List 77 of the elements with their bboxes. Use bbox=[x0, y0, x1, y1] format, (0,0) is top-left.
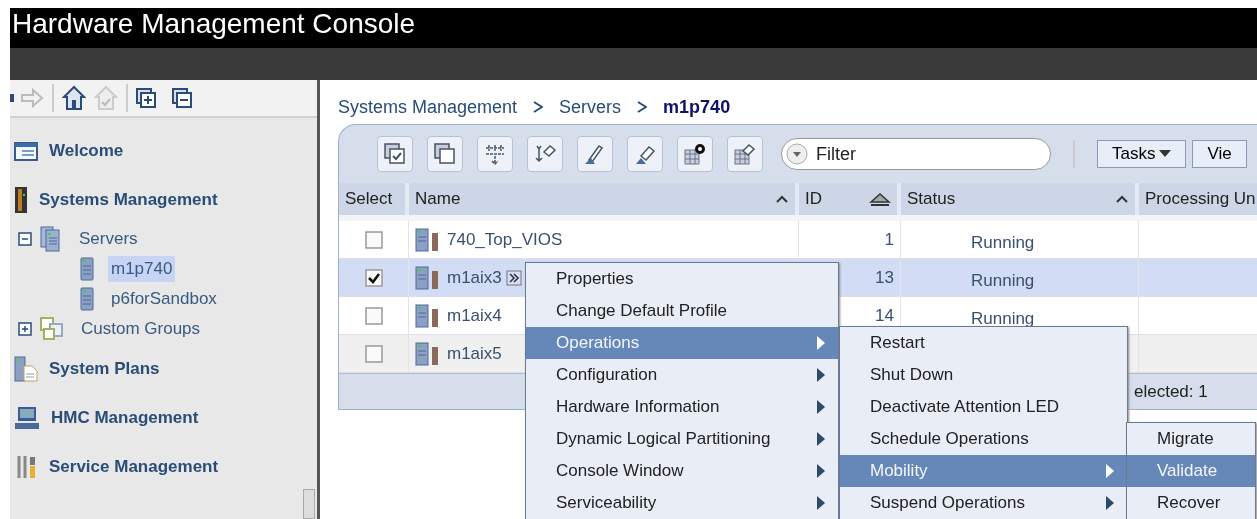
tree-item[interactable]: Servers bbox=[76, 226, 141, 252]
window-icon bbox=[14, 140, 38, 161]
toolbar-menu-button[interactable]: Vie bbox=[1192, 140, 1247, 168]
tree-item[interactable]: System Plans bbox=[46, 355, 163, 382]
home-icon[interactable] bbox=[62, 85, 86, 111]
menu-item[interactable]: Serviceability bbox=[526, 487, 838, 519]
caret-icon bbox=[1159, 150, 1172, 158]
menu-item[interactable]: Recover bbox=[1127, 487, 1255, 519]
checkbox[interactable] bbox=[364, 344, 383, 363]
checkbox[interactable] bbox=[364, 230, 383, 249]
menu-item[interactable]: Change Default Profile bbox=[526, 295, 838, 327]
copy-icon bbox=[433, 142, 457, 166]
menu-item[interactable]: Migrate bbox=[1127, 423, 1255, 455]
tree-item[interactable]: Service Management bbox=[46, 453, 222, 480]
filter-field[interactable]: Filter bbox=[781, 138, 1051, 170]
menu-item[interactable]: Schedule Operations bbox=[840, 423, 1127, 455]
tree-item[interactable]: Systems Management bbox=[36, 186, 221, 213]
collapse-all-icon[interactable] bbox=[172, 88, 192, 108]
tree-item[interactable]: HMC Management bbox=[48, 404, 202, 431]
group-icon bbox=[40, 317, 64, 341]
chevron-icon bbox=[637, 101, 648, 113]
scrollbar[interactable] bbox=[303, 489, 315, 519]
menu-item[interactable]: Shut Down bbox=[840, 359, 1127, 391]
servers-icon bbox=[40, 226, 62, 252]
home-check-icon[interactable] bbox=[94, 85, 118, 111]
plans-icon bbox=[14, 355, 38, 382]
tree-item[interactable]: m1p740 bbox=[108, 256, 176, 282]
partition-name[interactable]: m1aix3 bbox=[447, 264, 502, 291]
partition-name[interactable]: m1aix4 bbox=[447, 302, 502, 329]
menu-item[interactable]: Dynamic Logical Partitioning bbox=[526, 423, 838, 455]
toolbar-menu-button[interactable]: Tasks bbox=[1097, 140, 1187, 168]
breadcrumb-link[interactable]: Servers bbox=[559, 93, 622, 121]
select-all-icon bbox=[383, 142, 407, 166]
tree-item[interactable]: Welcome bbox=[46, 137, 127, 164]
server-icon bbox=[80, 287, 94, 311]
server-rack-icon bbox=[14, 185, 28, 214]
menu-item[interactable]: Restart bbox=[840, 327, 1127, 359]
menu-item[interactable]: Properties bbox=[526, 263, 838, 295]
menu-item[interactable]: Configuration bbox=[526, 359, 838, 391]
menu-item[interactable]: Hardware Information bbox=[526, 391, 838, 423]
toolbar-button[interactable] bbox=[677, 136, 713, 172]
collapse-icon[interactable] bbox=[18, 232, 32, 246]
dropdown-icon[interactable] bbox=[786, 143, 808, 165]
menu-item[interactable]: Deactivate Attention LED bbox=[840, 391, 1127, 423]
menu-item[interactable]: Suspend Operations bbox=[840, 487, 1127, 519]
tree-item[interactable]: p6forSandbox bbox=[108, 286, 220, 312]
column-header[interactable]: Status bbox=[901, 183, 1139, 215]
status-text: Running bbox=[970, 307, 1035, 330]
expand-all-icon[interactable] bbox=[136, 88, 156, 108]
window-title: Hardware Management Console bbox=[10, 8, 1257, 48]
selection-count: elected: 1 bbox=[1134, 380, 1208, 403]
context-menu-icon[interactable] bbox=[505, 269, 522, 286]
status-text: Running bbox=[970, 231, 1035, 254]
menu-item[interactable]: Console Window bbox=[526, 455, 838, 487]
status-text: Running bbox=[970, 269, 1035, 292]
expand-icon[interactable] bbox=[18, 322, 32, 336]
table-cell-text: 13 bbox=[875, 266, 894, 289]
checkbox[interactable] bbox=[364, 306, 383, 325]
table-eraser-icon bbox=[733, 142, 757, 166]
computer-icon bbox=[14, 405, 40, 430]
breadcrumb-current: m1p740 bbox=[663, 95, 731, 119]
table-cell-text: 1 bbox=[884, 228, 894, 251]
column-header[interactable]: ID bbox=[799, 183, 901, 215]
chevron-icon bbox=[533, 101, 544, 113]
toolbar-button[interactable] bbox=[527, 136, 563, 172]
filter-rows-icon bbox=[483, 142, 507, 166]
partition-name[interactable]: m1aix5 bbox=[447, 340, 502, 367]
table-cell-text: 14 bbox=[875, 304, 894, 327]
partition-name[interactable]: 740_Top_VIOS bbox=[447, 226, 563, 253]
column-header[interactable]: Name bbox=[409, 183, 799, 215]
column-header[interactable]: Select bbox=[339, 183, 409, 215]
breadcrumb-link[interactable]: Systems Management bbox=[338, 93, 518, 121]
table-gear-icon bbox=[683, 142, 707, 166]
column-header[interactable]: Processing Un bbox=[1139, 183, 1257, 215]
server-icon bbox=[80, 257, 94, 281]
checkbox[interactable] bbox=[364, 268, 383, 287]
tree-item[interactable]: Custom Groups bbox=[78, 316, 204, 342]
